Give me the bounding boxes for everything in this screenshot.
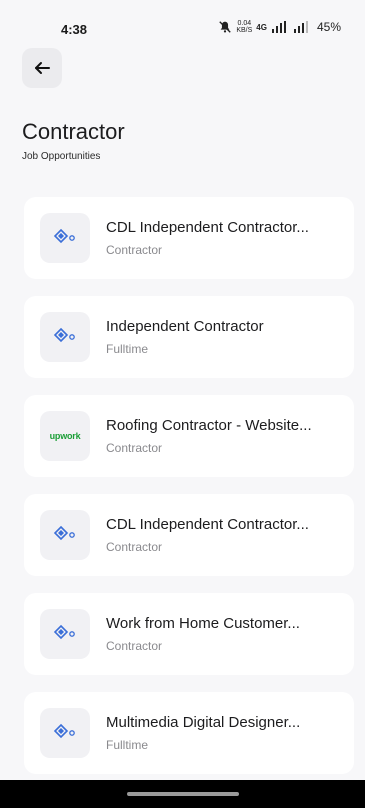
company-logo — [40, 312, 90, 362]
screen: 4:38 0.04 KB/S 4G 45% Contractor Job Opp… — [0, 0, 365, 808]
mute-icon — [219, 21, 232, 33]
job-card[interactable]: CDL Independent Contractor... Contractor — [24, 494, 354, 576]
job-type: Contractor — [106, 441, 163, 455]
company-logo — [40, 708, 90, 758]
company-logo-icon — [53, 228, 75, 244]
job-card[interactable]: Independent Contractor Fulltime — [24, 296, 354, 378]
job-title: Multimedia Digital Designer... — [106, 714, 301, 731]
job-title: CDL Independent Contractor... — [106, 516, 309, 533]
job-title: Independent Contractor — [106, 318, 264, 335]
arrow-left-icon — [35, 62, 50, 74]
company-logo — [40, 609, 90, 659]
job-type: Contractor — [106, 243, 163, 257]
job-list: CDL Independent Contractor... Contractor… — [24, 197, 354, 791]
signal-2-icon — [293, 21, 308, 33]
job-card[interactable]: CDL Independent Contractor... Contractor — [24, 197, 354, 279]
company-logo — [40, 510, 90, 560]
company-logo-icon — [53, 723, 75, 739]
company-logo-icon — [53, 624, 75, 640]
company-logo — [40, 213, 90, 263]
page-subtitle: Job Opportunities — [22, 151, 101, 162]
company-logo: upwork — [40, 411, 90, 461]
job-title: CDL Independent Contractor... — [106, 219, 309, 236]
job-title: Work from Home Customer... — [106, 615, 300, 632]
job-card[interactable]: Work from Home Customer... Contractor — [24, 593, 354, 675]
job-type: Fulltime — [106, 342, 149, 356]
status-icons: 0.04 KB/S 4G 45% — [218, 20, 341, 34]
job-type: Contractor — [106, 540, 163, 554]
page-title: Contractor — [22, 119, 125, 144]
status-bar: 4:38 0.04 KB/S 4G 45% — [0, 0, 365, 44]
network-type: 4G — [256, 22, 267, 32]
upwork-logo: upwork — [49, 431, 81, 441]
job-card[interactable]: Multimedia Digital Designer... Fulltime — [24, 692, 354, 774]
home-gesture-handle[interactable] — [127, 792, 239, 796]
battery-level: 45% — [316, 20, 341, 34]
status-time: 4:38 — [61, 22, 88, 37]
net-speed-unit: KB/S — [236, 27, 253, 34]
net-speed-value: 0.04 — [237, 20, 252, 27]
company-logo-icon — [53, 327, 75, 343]
navigation-bar — [0, 780, 365, 808]
net-speed: 0.04 KB/S — [236, 20, 252, 34]
company-logo-icon — [53, 525, 75, 541]
job-title: Roofing Contractor - Website... — [106, 417, 312, 434]
signal-icon — [271, 21, 286, 33]
job-type: Contractor — [106, 639, 163, 653]
job-card[interactable]: upwork Roofing Contractor - Website... C… — [24, 395, 354, 477]
job-type: Fulltime — [106, 738, 149, 752]
back-button[interactable] — [22, 48, 62, 88]
